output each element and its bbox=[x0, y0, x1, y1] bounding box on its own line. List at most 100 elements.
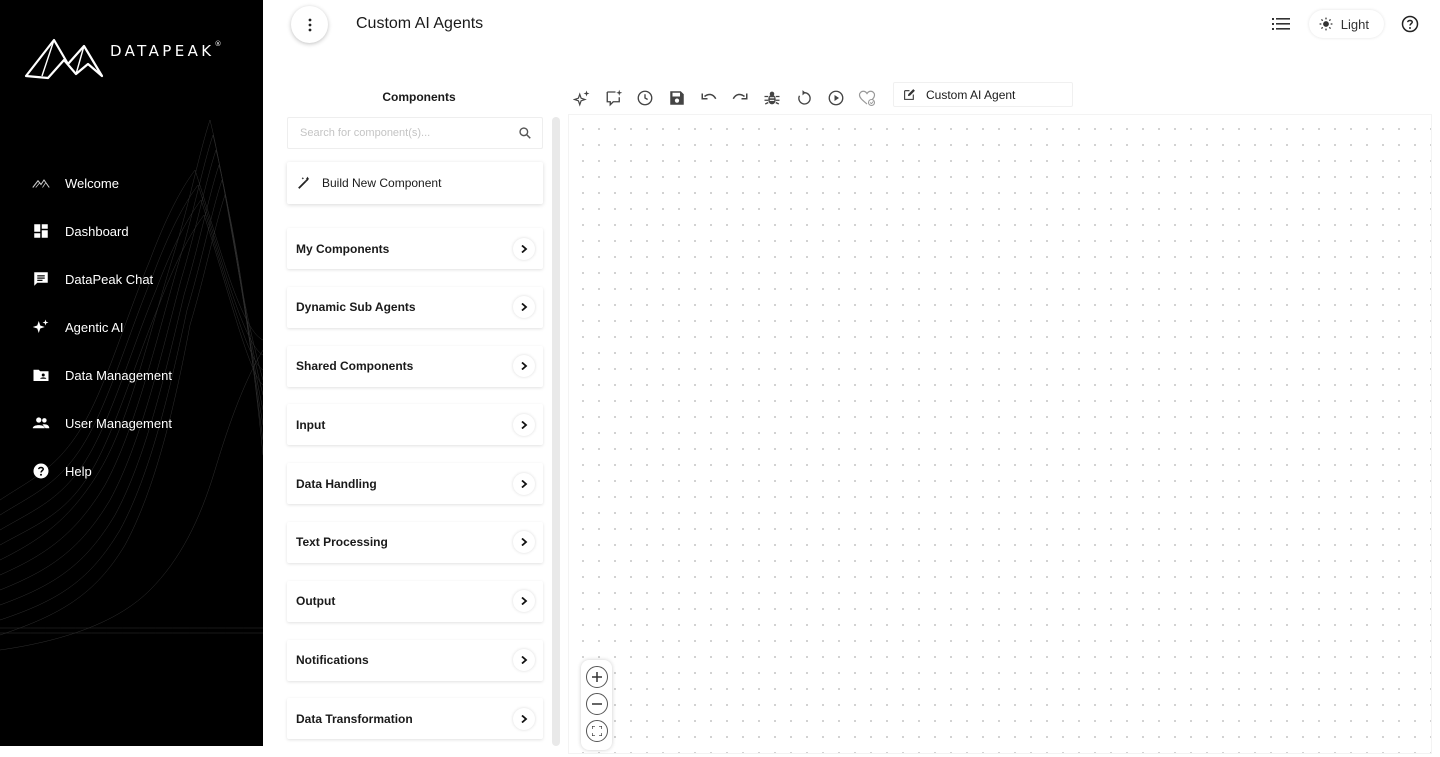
category-label: Shared Components bbox=[296, 359, 414, 374]
category-notifications[interactable]: Notifications bbox=[287, 639, 543, 681]
datapeak-logo[interactable]: DATAPEAK® bbox=[24, 26, 234, 82]
chevron-right-icon bbox=[513, 472, 535, 495]
component-categories: My Components Dynamic Sub Agents Shared … bbox=[287, 228, 543, 757]
sidebar-item-dashboard[interactable]: Dashboard bbox=[0, 207, 263, 255]
agent-name-text: Custom AI Agent bbox=[926, 87, 1016, 102]
zoom-in-icon bbox=[591, 672, 602, 682]
category-my-components[interactable]: My Components bbox=[287, 228, 543, 269]
sidebar-item-label: Dashboard bbox=[65, 223, 129, 239]
help-icon bbox=[32, 462, 50, 480]
save-icon bbox=[670, 91, 684, 105]
sidebar-item-data-management[interactable]: Data Management bbox=[0, 351, 263, 399]
chevron-right-icon bbox=[513, 237, 535, 260]
category-data-transformation[interactable]: Data Transformation bbox=[287, 698, 543, 740]
sun-icon bbox=[1319, 17, 1333, 31]
undo-icon bbox=[701, 93, 717, 100]
category-label: My Components bbox=[296, 241, 390, 256]
sidebar-nav: Welcome Dashboard DataPeak Chat Agentic … bbox=[0, 159, 263, 495]
component-search-input[interactable] bbox=[288, 118, 513, 148]
debug-icon bbox=[764, 91, 780, 105]
help-button[interactable] bbox=[1398, 12, 1422, 36]
sidebar-item-label: Welcome bbox=[65, 175, 119, 191]
health-check-button[interactable] bbox=[856, 87, 878, 109]
run-icon bbox=[828, 90, 843, 106]
category-shared-components[interactable]: Shared Components bbox=[287, 345, 543, 387]
history-button[interactable] bbox=[634, 87, 656, 109]
chevron-right-icon bbox=[513, 531, 535, 554]
sidebar-item-help[interactable]: Help bbox=[0, 447, 263, 495]
sidebar-item-label: DataPeak Chat bbox=[65, 271, 154, 287]
flow-canvas[interactable] bbox=[568, 114, 1432, 754]
components-scrollbar[interactable] bbox=[552, 117, 560, 746]
category-output[interactable]: Output bbox=[287, 580, 543, 622]
component-search bbox=[287, 117, 543, 149]
category-data-handling[interactable]: Data Handling bbox=[287, 463, 543, 505]
chevron-right-icon bbox=[513, 413, 535, 436]
reset-button[interactable] bbox=[793, 87, 815, 109]
more-menu-button[interactable] bbox=[291, 6, 328, 43]
run-button[interactable] bbox=[825, 87, 847, 109]
category-label: Output bbox=[296, 594, 336, 609]
list-icon bbox=[1271, 18, 1290, 30]
category-text-processing[interactable]: Text Processing bbox=[287, 521, 543, 563]
search-icon[interactable] bbox=[518, 126, 532, 140]
category-label: Dynamic Sub Agents bbox=[296, 300, 416, 315]
category-input[interactable]: Input bbox=[287, 404, 543, 446]
chat-icon bbox=[32, 270, 50, 288]
auto-generate-icon bbox=[573, 90, 590, 107]
theme-toggle-button[interactable]: Light bbox=[1308, 10, 1384, 38]
mountain-icon bbox=[32, 174, 50, 192]
fit-view-button[interactable] bbox=[585, 720, 608, 742]
category-label: Data Handling bbox=[296, 476, 377, 491]
magic-wand-icon bbox=[298, 176, 310, 189]
category-label: Data Transformation bbox=[296, 711, 413, 726]
redo-icon bbox=[733, 93, 748, 100]
more-vertical-icon bbox=[308, 18, 311, 31]
sidebar-item-label: Data Management bbox=[65, 367, 172, 383]
users-icon bbox=[32, 414, 50, 432]
build-new-component-button[interactable]: Build New Component bbox=[287, 162, 543, 204]
reset-icon bbox=[798, 90, 811, 105]
debug-button[interactable] bbox=[761, 87, 783, 109]
components-panel-title: Components bbox=[382, 90, 456, 104]
list-view-button[interactable] bbox=[1267, 10, 1295, 38]
redo-button[interactable] bbox=[729, 87, 751, 109]
save-button[interactable] bbox=[666, 87, 688, 109]
theme-label: Light bbox=[1340, 16, 1369, 32]
chevron-right-icon bbox=[513, 649, 535, 672]
sidebar: DATAPEAK® Welcome Dashboard DataPeak Cha… bbox=[0, 0, 263, 746]
auto-generate-button[interactable] bbox=[571, 87, 593, 109]
header-actions: Light bbox=[1267, 10, 1422, 38]
zoom-in-button[interactable] bbox=[585, 666, 608, 688]
edit-icon bbox=[904, 89, 915, 100]
category-label: Text Processing bbox=[296, 535, 388, 550]
category-dynamic-sub-agents[interactable]: Dynamic Sub Agents bbox=[287, 286, 543, 328]
sidebar-item-label: Agentic AI bbox=[65, 319, 124, 335]
category-label: Input bbox=[296, 417, 326, 432]
agent-name-field[interactable]: Custom AI Agent bbox=[893, 82, 1073, 107]
sidebar-item-label: User Management bbox=[65, 415, 172, 431]
chevron-right-icon bbox=[513, 355, 535, 378]
dashboard-icon bbox=[32, 222, 50, 240]
sidebar-item-label: Help bbox=[65, 463, 92, 479]
sidebar-item-datapeak-chat[interactable]: DataPeak Chat bbox=[0, 255, 263, 303]
zoom-out-icon bbox=[591, 703, 602, 705]
ai-chat-icon bbox=[606, 89, 622, 107]
chevron-right-icon bbox=[513, 296, 535, 319]
sidebar-item-agentic-ai[interactable]: Agentic AI bbox=[0, 303, 263, 351]
sidebar-item-user-management[interactable]: User Management bbox=[0, 399, 263, 447]
help-circle-icon bbox=[1401, 15, 1419, 33]
canvas-toolbar bbox=[571, 87, 888, 109]
chevron-right-icon bbox=[513, 707, 535, 730]
zoom-out-button[interactable] bbox=[585, 693, 608, 715]
sidebar-item-welcome[interactable]: Welcome bbox=[0, 159, 263, 207]
chevron-right-icon bbox=[513, 590, 535, 613]
logo-text: DATAPEAK® bbox=[110, 40, 222, 60]
ai-chat-button[interactable] bbox=[603, 87, 625, 109]
undo-button[interactable] bbox=[698, 87, 720, 109]
history-icon bbox=[637, 90, 653, 106]
sparkle-icon bbox=[32, 318, 50, 336]
build-new-component-label: Build New Component bbox=[322, 176, 442, 190]
fit-view-icon bbox=[591, 726, 602, 736]
folder-shared-icon bbox=[32, 366, 50, 384]
